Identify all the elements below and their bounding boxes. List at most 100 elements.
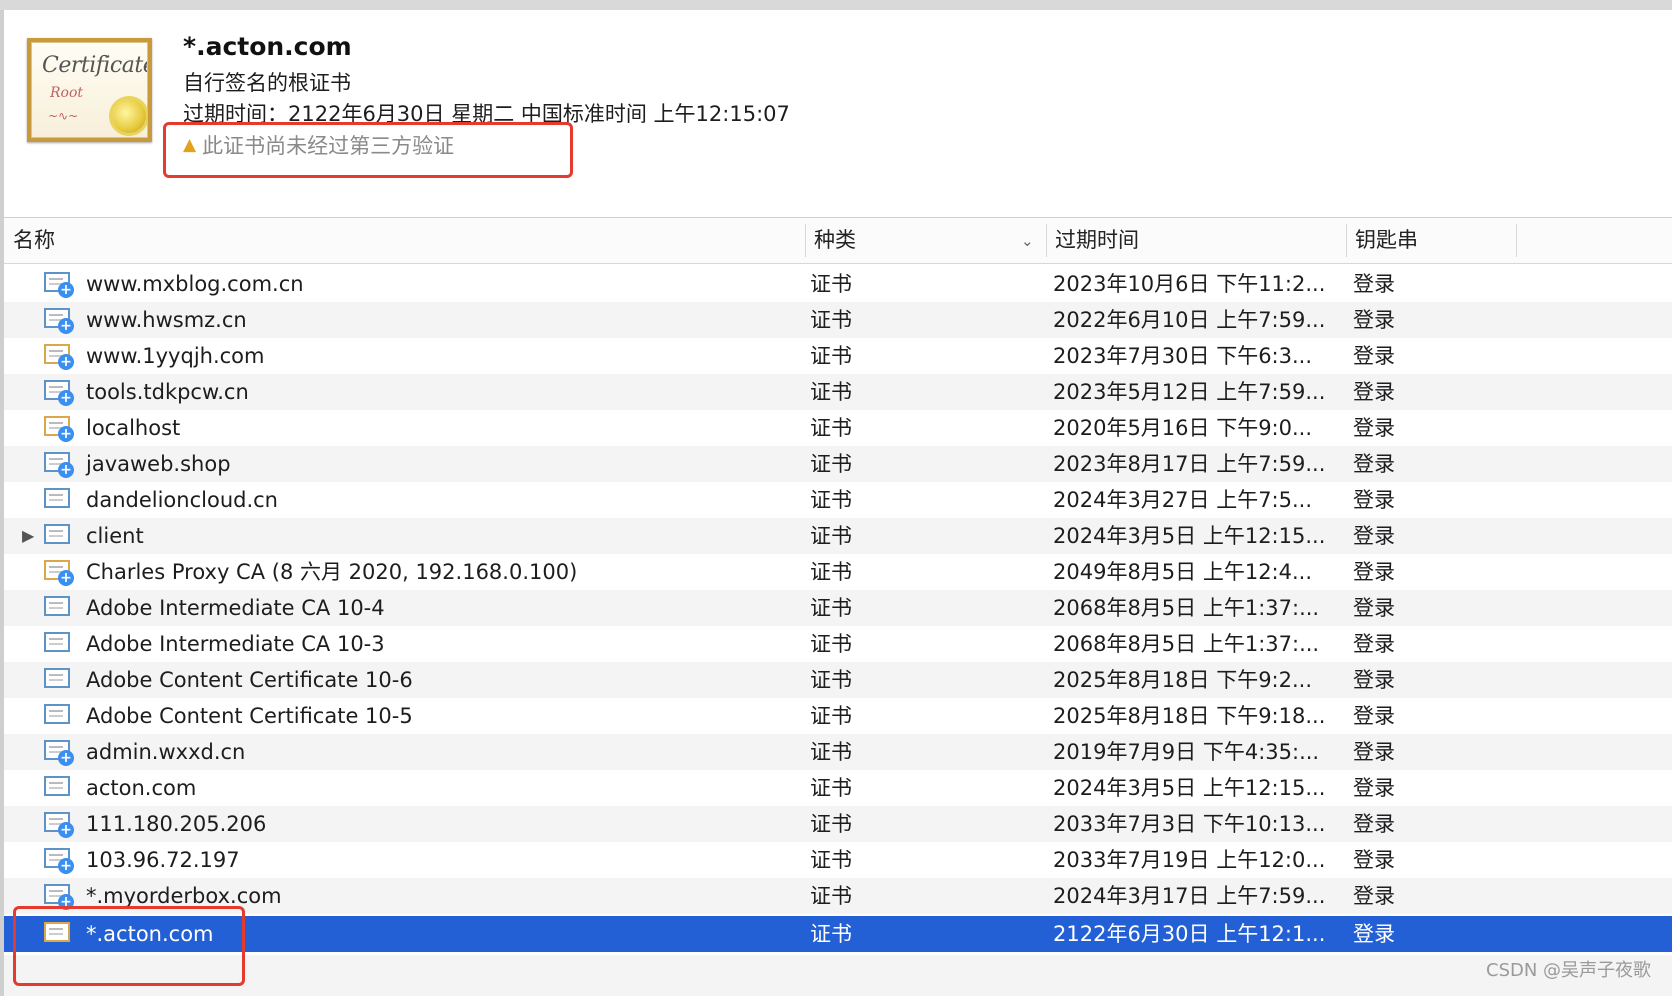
table-header: 名称 种类 ⌄ 过期时间 钥匙串 <box>4 217 1672 264</box>
cell-kind: 证书 <box>810 884 852 908</box>
cell-keychain: 登录 <box>1353 704 1395 728</box>
cell-keychain: 登录 <box>1353 380 1395 404</box>
table-row[interactable]: Adobe Intermediate CA 10-4 证书 2068年8月5日 … <box>4 590 1672 626</box>
certificate-icon: + <box>44 452 74 478</box>
cell-kind: 证书 <box>810 452 852 476</box>
cell-name: Adobe Intermediate CA 10-4 <box>86 596 385 620</box>
column-divider[interactable] <box>805 224 806 257</box>
cell-kind: 证书 <box>810 488 852 512</box>
cell-kind: 证书 <box>810 344 852 368</box>
table-row[interactable]: + localhost 证书 2020年5月16日 下午9:0... 登录 <box>4 410 1672 446</box>
cell-name: 111.180.205.206 <box>86 812 267 836</box>
cell-keychain: 登录 <box>1353 416 1395 440</box>
cell-name: Adobe Content Certificate 10-6 <box>86 668 413 692</box>
cell-keychain: 登录 <box>1353 884 1395 908</box>
column-divider[interactable] <box>1516 224 1517 257</box>
cell-name: localhost <box>86 416 181 440</box>
column-divider[interactable] <box>1046 224 1047 257</box>
cell-name: dandelioncloud.cn <box>86 488 278 512</box>
table-row-selected[interactable]: *.acton.com 证书 2122年6月30日 上午12:1... 登录 <box>4 916 1672 952</box>
cell-kind: 证书 <box>810 416 852 440</box>
cell-kind: 证书 <box>810 668 852 692</box>
column-divider[interactable] <box>1346 224 1347 257</box>
table-row[interactable]: Adobe Intermediate CA 10-3 证书 2068年8月5日 … <box>4 626 1672 662</box>
cell-expires: 2122年6月30日 上午12:1... <box>1053 922 1326 946</box>
table-row[interactable]: acton.com 证书 2024年3月5日 上午12:15... 登录 <box>4 770 1672 806</box>
cell-keychain: 登录 <box>1353 488 1395 512</box>
cell-expires: 2049年8月5日 上午12:4... <box>1053 560 1313 584</box>
cell-expires: 2023年5月12日 上午7:59... <box>1053 380 1326 404</box>
certificate-flourish: ~∿~ <box>48 109 79 123</box>
cell-expires: 2033年7月19日 上午12:0... <box>1053 848 1326 872</box>
cell-name: admin.wxxd.cn <box>86 740 246 764</box>
cell-kind: 证书 <box>810 632 852 656</box>
certificate-icon <box>44 704 72 728</box>
cell-keychain: 登录 <box>1353 524 1395 548</box>
column-header-kind[interactable]: 种类 <box>814 218 856 263</box>
certificate-icon: + <box>44 884 74 910</box>
table-row[interactable]: + javaweb.shop 证书 2023年8月17日 上午7:59... 登… <box>4 446 1672 482</box>
certificate-icon: + <box>44 848 74 874</box>
cell-keychain: 登录 <box>1353 668 1395 692</box>
cell-expires: 2033年7月3日 下午10:13... <box>1053 812 1326 836</box>
cell-kind: 证书 <box>810 308 852 332</box>
chevron-down-icon[interactable]: ⌄ <box>1021 232 1034 250</box>
cell-keychain: 登录 <box>1353 776 1395 800</box>
cell-kind: 证书 <box>810 560 852 584</box>
cell-kind: 证书 <box>810 524 852 548</box>
cell-name: acton.com <box>86 776 197 800</box>
table-row[interactable]: + www.1yyqjh.com 证书 2023年7月30日 下午6:3... … <box>4 338 1672 374</box>
certificate-icon <box>44 632 72 656</box>
column-header-name[interactable]: 名称 <box>13 218 55 263</box>
cell-kind: 证书 <box>810 848 852 872</box>
certificate-title: *.acton.com <box>183 32 352 61</box>
cell-kind: 证书 <box>810 812 852 836</box>
column-header-keychain[interactable]: 钥匙串 <box>1355 218 1418 263</box>
highlight-box-selected-row <box>13 906 245 986</box>
certificate-root-icon: Certificate Root ~∿~ <box>27 38 152 142</box>
disclosure-triangle-icon[interactable]: ▶ <box>22 518 34 554</box>
table-row[interactable]: ▶ client 证书 2024年3月5日 上午12:15... 登录 <box>4 518 1672 554</box>
cell-name: Adobe Content Certificate 10-5 <box>86 704 413 728</box>
cell-expires: 2022年6月10日 上午7:59... <box>1053 308 1326 332</box>
table-row[interactable]: + 111.180.205.206 证书 2033年7月3日 下午10:13..… <box>4 806 1672 842</box>
table-row[interactable]: + admin.wxxd.cn 证书 2019年7月9日 下午4:35:... … <box>4 734 1672 770</box>
cell-expires: 2020年5月16日 下午9:0... <box>1053 416 1313 440</box>
table-row[interactable]: + 103.96.72.197 证书 2033年7月19日 上午12:0... … <box>4 842 1672 878</box>
cell-expires: 2024年3月17日 上午7:59... <box>1053 884 1326 908</box>
table-row[interactable]: + *.myorderbox.com 证书 2024年3月17日 上午7:59.… <box>4 878 1672 914</box>
cell-keychain: 登录 <box>1353 452 1395 476</box>
certificate-icon: + <box>44 344 74 370</box>
cell-keychain: 登录 <box>1353 560 1395 584</box>
cell-name: Adobe Intermediate CA 10-3 <box>86 632 385 656</box>
cell-expires: 2068年8月5日 上午1:37:... <box>1053 596 1320 620</box>
cell-keychain: 登录 <box>1353 596 1395 620</box>
table-row[interactable]: + www.hwsmz.cn 证书 2022年6月10日 上午7:59... 登… <box>4 302 1672 338</box>
certificate-icon <box>44 776 72 800</box>
table-row[interactable]: + Charles Proxy CA (8 六月 2020, 192.168.0… <box>4 554 1672 590</box>
certificate-icon: + <box>44 416 74 442</box>
table-row[interactable]: + www.mxblog.com.cn 证书 2023年10月6日 下午11:2… <box>4 266 1672 302</box>
cell-kind: 证书 <box>810 272 852 296</box>
table-row[interactable]: dandelioncloud.cn 证书 2024年3月27日 上午7:5...… <box>4 482 1672 518</box>
column-header-expires[interactable]: 过期时间 <box>1055 218 1139 263</box>
seal-icon <box>112 99 146 133</box>
cell-expires: 2023年7月30日 下午6:3... <box>1053 344 1313 368</box>
highlight-box-warning <box>163 122 573 178</box>
certificate-icon <box>44 596 72 620</box>
cell-expires: 2024年3月5日 上午12:15... <box>1053 776 1326 800</box>
cell-name: www.1yyqjh.com <box>86 344 265 368</box>
certificate-icon: + <box>44 308 74 334</box>
table-row[interactable]: Adobe Content Certificate 10-6 证书 2025年8… <box>4 662 1672 698</box>
cell-expires: 2023年10月6日 下午11:2... <box>1053 272 1326 296</box>
cell-name: Charles Proxy CA (8 六月 2020, 192.168.0.1… <box>86 560 578 584</box>
table-empty-area <box>4 955 1672 996</box>
cell-kind: 证书 <box>810 380 852 404</box>
table-row[interactable]: Adobe Content Certificate 10-5 证书 2025年8… <box>4 698 1672 734</box>
cell-name: www.mxblog.com.cn <box>86 272 304 296</box>
cell-keychain: 登录 <box>1353 812 1395 836</box>
certificate-icon: + <box>44 380 74 406</box>
table-row[interactable]: + tools.tdkpcw.cn 证书 2023年5月12日 上午7:59..… <box>4 374 1672 410</box>
cell-name: client <box>86 524 144 548</box>
cell-keychain: 登录 <box>1353 740 1395 764</box>
